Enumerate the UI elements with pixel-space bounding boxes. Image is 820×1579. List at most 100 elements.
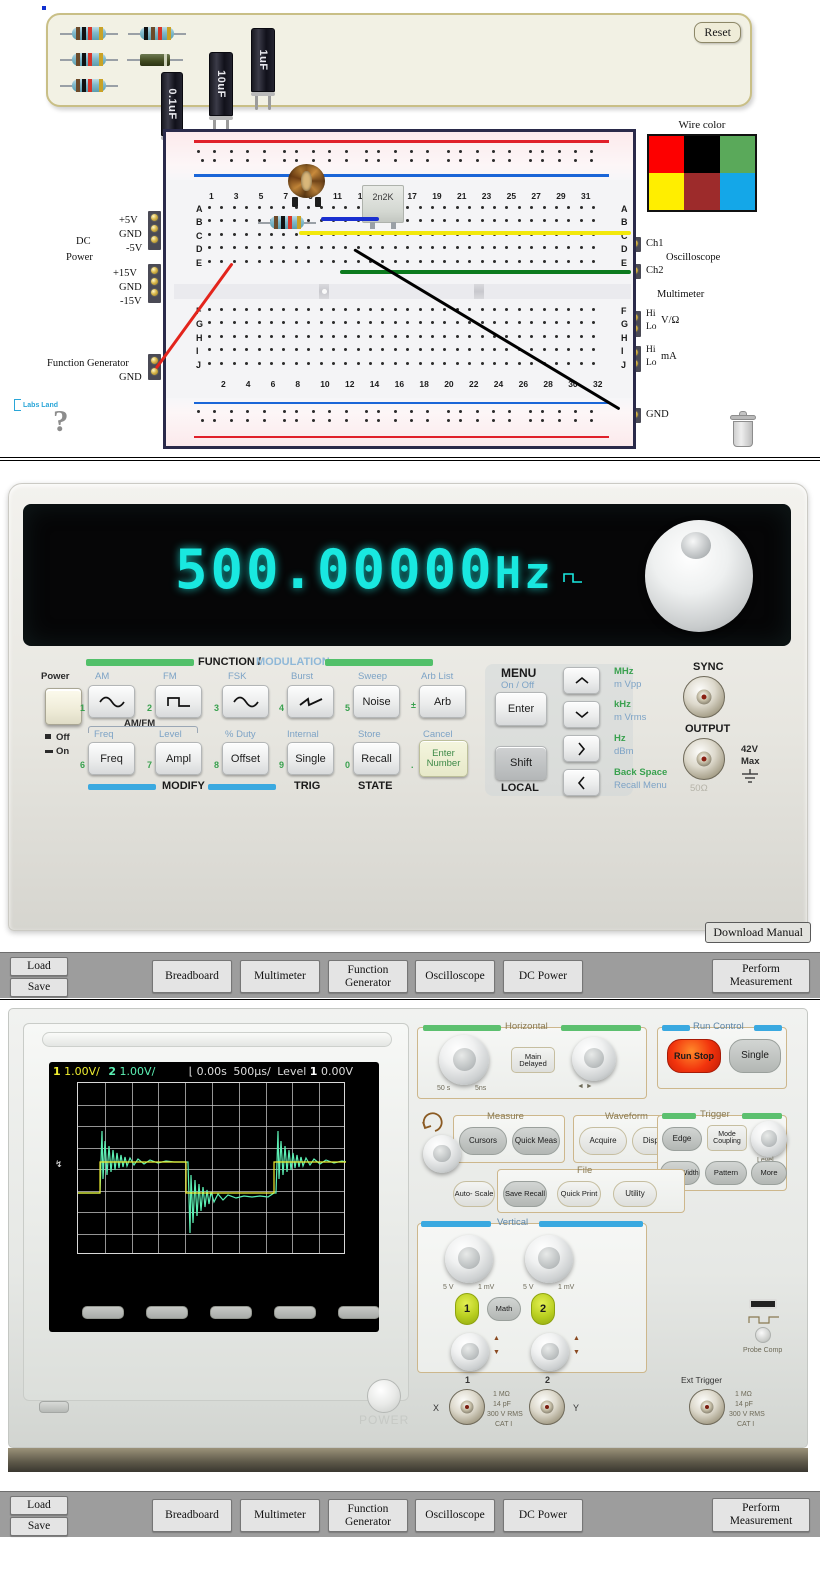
breadboard-hole[interactable] <box>592 334 596 338</box>
breadboard-hole[interactable] <box>459 419 463 422</box>
breadboard-hole[interactable] <box>232 348 236 352</box>
breadboard-hole[interactable] <box>455 361 459 365</box>
ch2-scale-knob[interactable] <box>525 1235 573 1283</box>
breadboard-hole[interactable] <box>426 410 430 413</box>
breadboard-hole[interactable] <box>455 334 459 338</box>
breadboard-hole[interactable] <box>426 150 430 153</box>
fg-output-bnc[interactable] <box>683 738 725 780</box>
breadboard-hole[interactable] <box>328 419 332 422</box>
jack-m5v[interactable] <box>150 235 159 244</box>
breadboard-hole[interactable] <box>282 361 286 365</box>
breadboard-hole[interactable] <box>208 232 211 236</box>
breadboard-hole[interactable] <box>557 150 561 153</box>
breadboard-hole[interactable] <box>530 321 534 325</box>
breadboard-hole[interactable] <box>480 334 484 338</box>
breadboard-hole[interactable] <box>443 321 447 325</box>
breadboard-hole[interactable] <box>554 219 558 223</box>
utility-button[interactable]: Utility <box>613 1181 657 1207</box>
breadboard-hole[interactable] <box>331 361 335 365</box>
breadboard-hole[interactable] <box>406 321 410 325</box>
breadboard-hole[interactable] <box>282 348 286 352</box>
jack-gnd-2[interactable] <box>150 277 159 286</box>
breadboard-hole[interactable] <box>505 219 509 223</box>
breadboard-hole[interactable] <box>406 219 410 223</box>
breadboard-hole[interactable] <box>232 259 236 263</box>
breadboard-hole[interactable] <box>517 246 521 250</box>
breadboard-hole[interactable] <box>530 361 534 365</box>
breadboard-hole[interactable] <box>208 246 211 250</box>
fg-key-square[interactable] <box>155 685 202 718</box>
component-tray[interactable]: Reset 0.1uF 10uF 1uF <box>46 13 752 154</box>
breadboard-hole[interactable] <box>364 419 368 422</box>
breadboard-hole[interactable] <box>257 361 261 365</box>
trigger-level-knob[interactable] <box>751 1121 787 1157</box>
breadboard-hole[interactable] <box>410 419 414 422</box>
breadboard-hole[interactable] <box>590 419 594 422</box>
channel-2-button[interactable]: 2 <box>531 1293 555 1325</box>
breadboard-hole[interactable] <box>208 308 211 311</box>
jack-gnd-1[interactable] <box>150 224 159 233</box>
trash-icon[interactable] <box>728 411 758 447</box>
breadboard-hole[interactable] <box>542 348 546 352</box>
auto-scale-button[interactable]: Auto- Scale <box>453 1181 495 1207</box>
breadboard-hole[interactable] <box>431 321 435 325</box>
help-icon[interactable]: ? <box>53 403 69 439</box>
breadboard-hole[interactable] <box>508 410 512 413</box>
breadboard-hole[interactable] <box>245 219 249 223</box>
breadboard-hole[interactable] <box>406 259 410 263</box>
breadboard-hole[interactable] <box>573 159 577 162</box>
breadboard-hole[interactable] <box>418 246 422 250</box>
breadboard-hole[interactable] <box>331 206 335 209</box>
breadboard-hole[interactable] <box>262 419 266 422</box>
board-resistor[interactable] <box>258 216 316 229</box>
breadboard-hole[interactable] <box>406 246 410 250</box>
breadboard-hole[interactable] <box>446 419 450 422</box>
breadboard-hole[interactable] <box>426 419 430 422</box>
breadboard-hole[interactable] <box>208 361 211 365</box>
breadboard-hole[interactable] <box>418 206 422 209</box>
breadboard-hole[interactable] <box>307 259 311 263</box>
breadboard-hole[interactable] <box>307 308 311 311</box>
breadboard-hole[interactable] <box>567 259 571 263</box>
scope-power-button[interactable] <box>367 1379 401 1413</box>
breadboard-hole[interactable] <box>364 150 368 153</box>
breadboard-hole[interactable] <box>208 259 211 263</box>
breadboard-hole[interactable] <box>567 348 571 352</box>
breadboard-hole[interactable] <box>579 219 583 223</box>
breadboard-hole[interactable] <box>246 159 250 162</box>
breadboard-hole[interactable] <box>229 419 233 422</box>
breadboard-hole[interactable] <box>573 410 577 413</box>
breadboard-hole[interactable] <box>246 150 250 153</box>
fg-power-button[interactable] <box>45 688 82 725</box>
pattern-button[interactable]: Pattern <box>705 1161 747 1185</box>
wire-swatch-brown[interactable] <box>684 173 720 210</box>
softkey-5[interactable] <box>338 1306 379 1319</box>
perform-measurement-button[interactable]: Perform Measurement <box>712 959 810 993</box>
breadboard-hole[interactable] <box>393 361 397 365</box>
tab-dc-power[interactable]: DC Power <box>503 1499 583 1532</box>
breadboard-hole[interactable] <box>220 259 224 263</box>
dc-power-connector-strip-2[interactable] <box>148 264 161 303</box>
breadboard-hole[interactable] <box>257 259 261 263</box>
fg-key-up[interactable] <box>563 667 600 694</box>
breadboard-hole[interactable] <box>418 361 422 365</box>
breadboard-hole[interactable] <box>567 361 571 365</box>
breadboard-hole[interactable] <box>381 246 385 250</box>
breadboard-hole[interactable] <box>443 206 447 209</box>
breadboard-hole[interactable] <box>220 219 224 223</box>
horizontal-scale-knob[interactable] <box>439 1035 489 1085</box>
breadboard-hole[interactable] <box>530 308 534 311</box>
breadboard-hole[interactable] <box>431 361 435 365</box>
board-toroid-inductor[interactable] <box>288 164 325 207</box>
breadboard-hole[interactable] <box>406 348 410 352</box>
breadboard-hole[interactable] <box>344 334 348 338</box>
breadboard-hole[interactable] <box>542 321 546 325</box>
fg-key-sine[interactable] <box>88 685 135 718</box>
breadboard-hole[interactable] <box>579 206 583 209</box>
breadboard-hole[interactable] <box>269 321 273 325</box>
breadboard-hole[interactable] <box>229 410 233 413</box>
breadboard-hole[interactable] <box>220 321 224 325</box>
breadboard-hole[interactable] <box>364 410 368 413</box>
breadboard-hole[interactable] <box>232 334 236 338</box>
breadboard-hole[interactable] <box>480 219 484 223</box>
